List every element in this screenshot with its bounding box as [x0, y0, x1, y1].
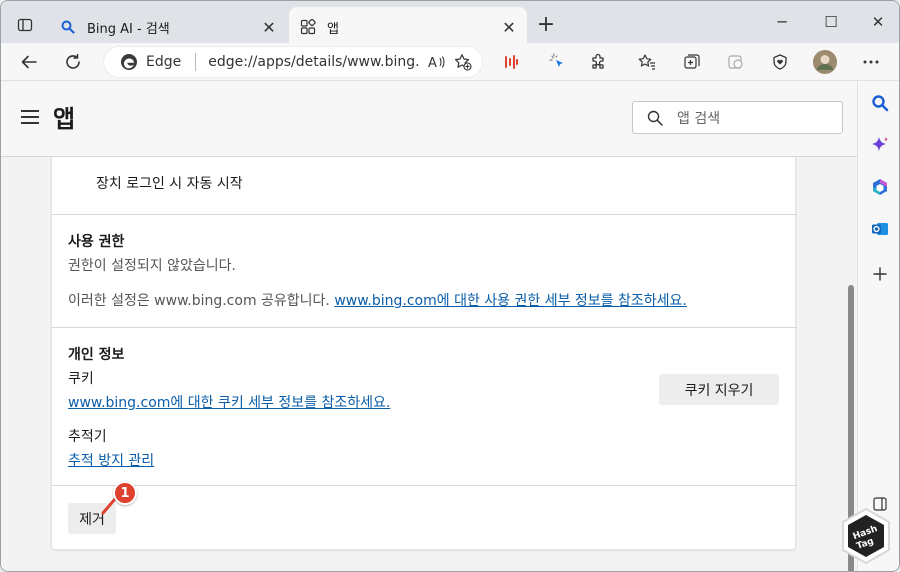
browser-window: Bing AI - 검색 ✕ 앱 ✕ + ─ ☐ ✕ Edge edge://a… [0, 0, 900, 572]
cursor-sparkle-icon [549, 53, 563, 67]
permissions-note: 이러한 설정은 www.bing.com 공유합니다. www.bing.com… [68, 290, 687, 310]
svg-text:A: A [428, 56, 437, 70]
apps-icon [299, 18, 317, 36]
browser-essentials-icon [728, 55, 743, 69]
back-arrow-icon [21, 55, 37, 69]
collections-icon [684, 54, 700, 69]
address-bar[interactable]: Edge edge://apps/details/www.bing.... A [103, 46, 483, 78]
tab-close-icon[interactable]: ✕ [261, 18, 277, 37]
toolbar: Edge edge://apps/details/www.bing.... A [1, 43, 899, 81]
clear-cookies-button[interactable]: 쿠키 지우기 [659, 374, 779, 405]
tracking-prevention-link[interactable]: 추적 방지 관리 [68, 450, 154, 470]
copilot-sparkle-icon [872, 137, 888, 151]
tab-apps[interactable]: 앱 ✕ [289, 7, 527, 47]
outlook-icon [872, 223, 888, 235]
collections-button[interactable] [678, 48, 706, 76]
permissions-status: 권한이 설정되지 않았습니다. [68, 258, 236, 274]
privacy-heading: 개인 정보 [68, 347, 125, 363]
tracker-label: 추적기 [68, 429, 107, 445]
sidebar-m365-button[interactable] [867, 174, 893, 200]
extension-button-1[interactable] [497, 48, 525, 76]
app-search-input[interactable]: 앱 검색 [632, 101, 843, 134]
hashtag-watermark: Hash Tag [839, 507, 893, 565]
microsoft365-icon [873, 179, 887, 195]
profile-button[interactable] [811, 48, 839, 76]
sidebar-add-button[interactable] [867, 261, 893, 287]
permissions-section: 사용 권한 권한이 설정되지 않았습니다. 이러한 설정은 www.bing.c… [52, 215, 797, 328]
tab-bing-ai[interactable]: Bing AI - 검색 ✕ [49, 7, 287, 47]
extension-button-2[interactable] [543, 48, 571, 76]
tab-strip: Bing AI - 검색 ✕ 앱 ✕ + ─ ☐ ✕ [1, 1, 899, 47]
bing-search-icon [59, 18, 77, 36]
app-details-card: 장치 로그인 시 자동 시작 사용 권한 권한이 설정되지 않았습니다. 이러한… [51, 157, 797, 551]
sidebar-search-button[interactable] [867, 90, 893, 116]
startup-row: 장치 로그인 시 자동 시작 [52, 157, 797, 215]
cookies-label: 쿠키 [68, 371, 94, 387]
sidebar-copilot-button[interactable] [867, 132, 893, 158]
permissions-note-text: 이러한 설정은 www.bing.com 공유합니다. [68, 293, 330, 309]
step-badge: 1 [113, 481, 137, 505]
sidebar-outlook-button[interactable] [867, 216, 893, 242]
close-window-button[interactable]: ✕ [863, 9, 893, 35]
heart-shield-icon [773, 54, 787, 70]
app-details-content: 장치 로그인 시 자동 시작 사용 권한 권한이 설정되지 않았습니다. 이러한… [1, 157, 857, 571]
edge-label: Edge [146, 54, 182, 70]
address-divider [195, 53, 197, 71]
page-title: 앱 [53, 105, 76, 133]
edge-logo-icon [120, 53, 138, 71]
back-button[interactable] [15, 48, 43, 76]
puzzle-icon [592, 53, 604, 69]
tab-close-icon[interactable]: ✕ [501, 18, 517, 37]
extension-icon [505, 55, 518, 69]
search-icon [647, 110, 663, 126]
privacy-section: 개인 정보 쿠키 www.bing.com에 대한 쿠키 세부 정보를 참조하세… [52, 328, 797, 486]
permissions-details-link[interactable]: www.bing.com에 대한 사용 권한 세부 정보를 참조하세요. [334, 293, 687, 309]
more-icon [863, 60, 879, 64]
search-icon [872, 95, 889, 112]
startup-label: 장치 로그인 시 자동 시작 [96, 176, 243, 192]
refresh-button[interactable] [59, 48, 87, 76]
remove-section: 제거 [52, 486, 797, 551]
edge-sidebar [857, 81, 899, 571]
search-placeholder: 앱 검색 [677, 110, 721, 127]
minimize-button[interactable]: ─ [767, 9, 797, 35]
app-header: 앱 앱 검색 [1, 82, 857, 157]
favorites-button[interactable] [633, 48, 661, 76]
favorites-icon [638, 54, 655, 70]
performance-button[interactable] [766, 48, 794, 76]
tab-title: 앱 [327, 21, 339, 37]
refresh-icon [66, 53, 80, 69]
add-favorite-icon[interactable] [450, 49, 476, 75]
new-tab-button[interactable]: + [535, 12, 557, 37]
cookies-details-link[interactable]: www.bing.com에 대한 쿠키 세부 정보를 참조하세요. [68, 392, 390, 412]
avatar [813, 50, 837, 74]
menu-icon[interactable] [21, 110, 39, 124]
tab-actions-icon [17, 18, 33, 32]
extensions-button[interactable] [585, 48, 613, 76]
tab-actions-button[interactable] [11, 11, 39, 39]
tab-title: Bing AI - 검색 [87, 21, 170, 37]
permissions-heading: 사용 권한 [68, 234, 125, 250]
plus-icon [873, 267, 887, 281]
url-text[interactable]: edge://apps/details/www.bing.... [208, 54, 420, 70]
settings-menu-button[interactable] [857, 48, 885, 76]
maximize-button[interactable]: ☐ [816, 9, 846, 35]
read-aloud-icon[interactable]: A [424, 49, 450, 75]
sync-button[interactable] [722, 48, 750, 76]
